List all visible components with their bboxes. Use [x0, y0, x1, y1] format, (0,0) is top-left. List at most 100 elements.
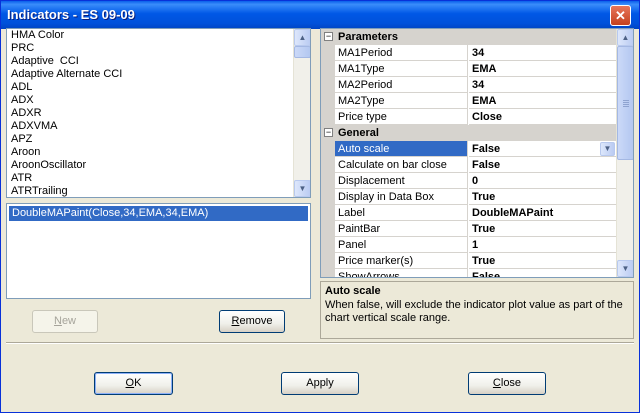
- property-name: Calculate on bar close: [335, 157, 468, 173]
- row-gutter: [321, 45, 335, 61]
- applied-indicator-item[interactable]: DoubleMAPaint(Close,34,EMA,34,EMA): [9, 206, 308, 221]
- property-value[interactable]: True: [469, 221, 617, 237]
- new-button-label: New: [53, 315, 76, 327]
- row-gutter: [321, 253, 335, 269]
- separator: [6, 342, 634, 344]
- property-name: MA1Period: [335, 45, 468, 61]
- property-value[interactable]: 0: [469, 173, 617, 189]
- property-row[interactable]: MA2Type EMA: [321, 93, 617, 109]
- row-gutter: [321, 93, 335, 109]
- chevron-down-icon: ▼: [621, 264, 630, 273]
- property-row[interactable]: Calculate on bar close False: [321, 157, 617, 173]
- scroll-down-button[interactable]: ▼: [294, 180, 310, 197]
- property-name: MA1Type: [335, 61, 468, 77]
- ok-button-label: OK: [125, 377, 142, 389]
- property-name: Price marker(s): [335, 253, 468, 269]
- property-value[interactable]: 1: [469, 237, 617, 253]
- property-value[interactable]: EMA: [469, 93, 617, 109]
- property-name: Display in Data Box: [335, 189, 468, 205]
- chevron-down-icon: ▼: [603, 144, 612, 153]
- indicator-list-item[interactable]: Aroon: [7, 146, 295, 159]
- property-row[interactable]: PaintBar True: [321, 221, 617, 237]
- new-button[interactable]: New: [32, 310, 98, 333]
- category-parameters[interactable]: − Parameters: [321, 29, 617, 45]
- property-row[interactable]: Panel 1: [321, 237, 617, 253]
- property-value[interactable]: EMA: [469, 61, 617, 77]
- category-general[interactable]: − General: [321, 125, 617, 141]
- grid-scroll-up-button[interactable]: ▲: [617, 29, 633, 46]
- indicator-list-item[interactable]: ADL: [7, 81, 295, 94]
- indicator-list-scrollbar[interactable]: ▲ ▼: [293, 29, 310, 197]
- indicator-list-item[interactable]: ATR: [7, 172, 295, 185]
- indicator-list-item[interactable]: ADX: [7, 94, 295, 107]
- collapse-icon[interactable]: −: [324, 128, 333, 137]
- available-indicators-list[interactable]: HMA Color PRC Adaptive CCI Adaptive Alterna…: [6, 28, 311, 198]
- property-row[interactable]: Label DoubleMAPaint: [321, 205, 617, 221]
- apply-button[interactable]: Apply: [281, 372, 359, 395]
- property-row[interactable]: Displacement 0: [321, 173, 617, 189]
- remove-button-label: Remove: [231, 315, 273, 327]
- property-value[interactable]: False: [469, 269, 617, 277]
- property-value[interactable]: 34: [469, 45, 617, 61]
- indicator-list-item[interactable]: ATRTrailing: [7, 185, 295, 197]
- property-value[interactable]: 34: [469, 77, 617, 93]
- row-gutter: [321, 109, 335, 125]
- indicator-list-item[interactable]: Adaptive Alternate CCI: [7, 68, 295, 81]
- indicator-list-item[interactable]: ADXR: [7, 107, 295, 120]
- chevron-up-icon: ▲: [298, 33, 307, 42]
- row-gutter: [321, 221, 335, 237]
- property-value[interactable]: False: [469, 141, 617, 157]
- row-gutter: [321, 77, 335, 93]
- property-name: Panel: [335, 237, 468, 253]
- property-value[interactable]: False: [469, 157, 617, 173]
- indicator-list-item[interactable]: Adaptive CCI: [7, 55, 295, 68]
- close-window-button[interactable]: ✕: [610, 5, 631, 26]
- close-button-label: Close: [492, 377, 522, 389]
- title-bar[interactable]: Indicators - ES 09-09 ✕: [1, 1, 639, 29]
- remove-button[interactable]: Remove: [219, 310, 285, 333]
- property-name: PaintBar: [335, 221, 468, 237]
- window-title: Indicators - ES 09-09: [7, 7, 135, 22]
- property-help-box: Auto scale When false, will exclude the …: [320, 281, 634, 339]
- property-row[interactable]: Auto scale False ▼: [321, 141, 617, 157]
- indicator-list-item[interactable]: HMA Color: [7, 29, 295, 42]
- row-gutter: [321, 141, 335, 157]
- chevron-up-icon: ▲: [621, 33, 630, 42]
- close-icon: ✕: [615, 8, 626, 23]
- property-row[interactable]: MA1Period 34: [321, 45, 617, 61]
- dropdown-button[interactable]: ▼: [600, 142, 615, 156]
- property-row[interactable]: MA2Period 34: [321, 77, 617, 93]
- indicator-list-item[interactable]: APZ: [7, 133, 295, 146]
- property-row[interactable]: ShowArrows False: [321, 269, 617, 277]
- row-gutter: [321, 173, 335, 189]
- property-grid[interactable]: − Parameters MA1Period 34 MA1Type EMA MA2Perio…: [320, 28, 634, 278]
- property-row[interactable]: Display in Data Box True: [321, 189, 617, 205]
- property-value[interactable]: Close: [469, 109, 617, 125]
- property-name: Price type: [335, 109, 468, 125]
- indicator-list-item[interactable]: PRC: [7, 42, 295, 55]
- property-row[interactable]: Price marker(s) True: [321, 253, 617, 269]
- property-name: Displacement: [335, 173, 468, 189]
- property-value[interactable]: True: [469, 253, 617, 269]
- ok-button[interactable]: OK: [94, 372, 173, 395]
- property-grid-scrollbar[interactable]: ▲ ▼: [616, 29, 633, 277]
- scroll-up-button[interactable]: ▲: [294, 29, 310, 46]
- category-label: Parameters: [338, 31, 398, 43]
- grid-scroll-down-button[interactable]: ▼: [617, 260, 633, 277]
- chevron-down-icon: ▼: [298, 184, 307, 193]
- applied-indicators-list[interactable]: DoubleMAPaint(Close,34,EMA,34,EMA): [6, 203, 311, 299]
- property-row[interactable]: MA1Type EMA: [321, 61, 617, 77]
- help-title: Auto scale: [325, 285, 381, 297]
- grid-scroll-thumb[interactable]: [617, 46, 633, 160]
- scroll-thumb[interactable]: [294, 46, 310, 58]
- indicator-list-item[interactable]: AroonOscillator: [7, 159, 295, 172]
- close-button[interactable]: Close: [468, 372, 546, 395]
- indicators-dialog: Indicators - ES 09-09 ✕ HMA Color PRC Adap…: [0, 0, 640, 413]
- indicator-list-item[interactable]: ADXVMA: [7, 120, 295, 133]
- collapse-icon[interactable]: −: [324, 32, 333, 41]
- property-value[interactable]: True: [469, 189, 617, 205]
- row-gutter: [321, 189, 335, 205]
- property-name: MA2Type: [335, 93, 468, 109]
- property-value[interactable]: DoubleMAPaint: [469, 205, 617, 221]
- property-row[interactable]: Price type Close: [321, 109, 617, 125]
